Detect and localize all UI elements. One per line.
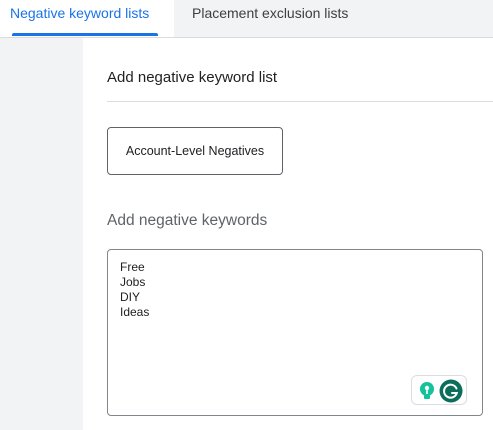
tab-label: Placement exclusion lists xyxy=(192,5,349,21)
lightbulb-icon[interactable] xyxy=(418,381,436,401)
writing-assistant-widget[interactable] xyxy=(411,375,467,405)
panel-title: Add negative keyword list xyxy=(107,69,278,86)
tab-bar: Negative keyword lists Placement exclusi… xyxy=(0,0,493,38)
negative-list-panel: Add negative keyword list Account-Level … xyxy=(83,38,493,430)
grammarly-icon[interactable] xyxy=(439,379,463,403)
left-gutter xyxy=(0,38,83,430)
keywords-text: Free Jobs DIY Ideas xyxy=(120,260,149,320)
list-name-label: Account-Level Negatives xyxy=(125,144,265,158)
divider xyxy=(107,101,493,102)
negative-keywords-textarea[interactable]: Free Jobs DIY Ideas xyxy=(107,249,483,416)
tab-negative-keyword-lists[interactable]: Negative keyword lists xyxy=(0,0,174,37)
keyword-line: Jobs xyxy=(120,275,146,289)
keyword-line: Free xyxy=(120,260,145,274)
tab-placement-exclusion-lists[interactable]: Placement exclusion lists xyxy=(192,0,348,37)
active-tab-indicator xyxy=(12,33,158,36)
keyword-line: Ideas xyxy=(120,305,150,319)
keywords-section-label: Add negative keywords xyxy=(107,212,268,229)
tab-label: Negative keyword lists xyxy=(10,5,150,21)
keyword-line: DIY xyxy=(120,290,141,304)
list-name-chip[interactable]: Account-Level Negatives xyxy=(107,127,283,175)
